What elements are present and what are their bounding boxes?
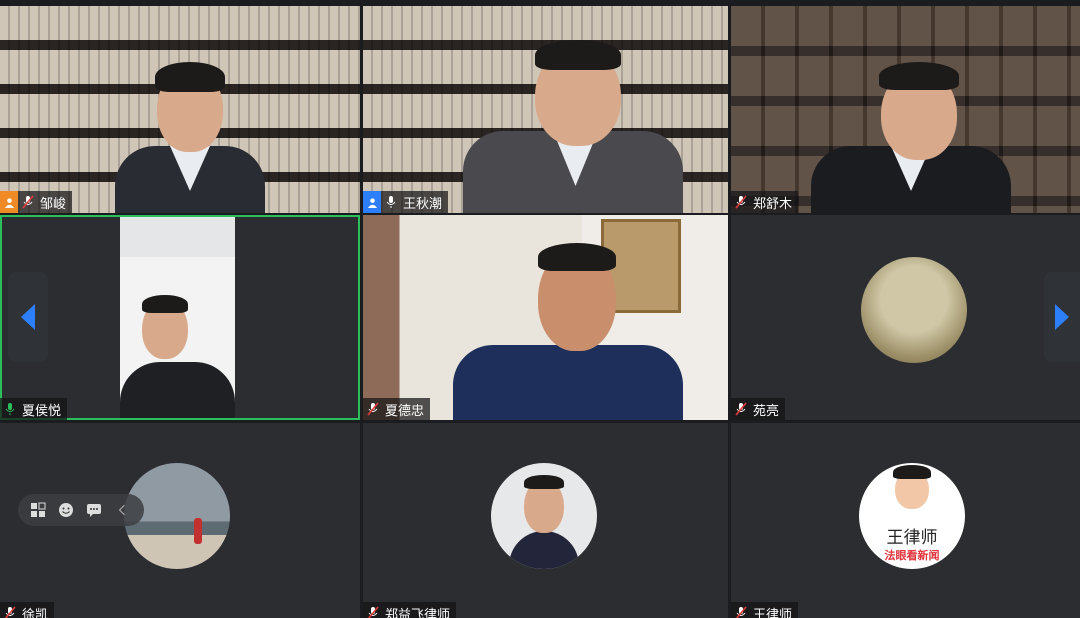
name-label: 夏德忠 <box>363 398 431 420</box>
host-icon <box>0 191 18 213</box>
mic-muted-icon <box>18 191 38 213</box>
video-grid: 邹峻 王秋潮 郑舒木 夏侯悦 夏德忠 苑亮 徐凯 郑益飞律师 王律师 法眼看新闻… <box>0 0 1080 618</box>
avatar-title: 王律师 <box>886 528 938 548</box>
mic-muted-icon <box>363 398 383 420</box>
mic-muted-icon <box>731 602 751 618</box>
avatar <box>861 257 967 363</box>
avatar <box>491 463 597 569</box>
name-label: 郑舒木 <box>731 191 799 213</box>
host-icon <box>363 191 381 213</box>
name-label: 郑益飞律师 <box>363 602 457 618</box>
mic-muted-icon <box>731 191 751 213</box>
participant-tile-1[interactable]: 邹峻 <box>0 6 360 213</box>
mic-muted-icon <box>363 602 383 618</box>
participant-name: 夏德忠 <box>385 403 425 419</box>
grid-view-icon[interactable] <box>28 500 48 520</box>
mic-icon <box>381 191 401 213</box>
chevron-left-icon[interactable] <box>112 500 132 520</box>
participant-tile-6[interactable]: 苑亮 <box>731 215 1080 420</box>
name-label: 王秋潮 <box>363 191 449 213</box>
name-label: 苑亮 <box>731 398 786 420</box>
next-page-button[interactable] <box>1044 272 1080 362</box>
chat-icon[interactable] <box>84 500 104 520</box>
floating-toolbar <box>18 494 144 526</box>
participant-tile-9[interactable]: 王律师 法眼看新闻 王律师 <box>731 423 1080 618</box>
participant-tile-5[interactable]: 夏德忠 <box>363 215 728 420</box>
phone-video-feed <box>120 217 235 418</box>
chevron-left-icon <box>21 304 35 330</box>
avatar: 王律师 法眼看新闻 <box>859 463 965 569</box>
participant-tile-2[interactable]: 王秋潮 <box>363 6 728 213</box>
participant-name: 郑舒木 <box>753 196 793 212</box>
participant-name: 苑亮 <box>753 403 780 419</box>
participant-name: 邹峻 <box>40 196 67 212</box>
participant-tile-3[interactable]: 郑舒木 <box>731 6 1080 213</box>
name-label: 徐凯 <box>0 602 55 618</box>
name-label: 邹峻 <box>0 191 73 213</box>
participant-tile-8[interactable]: 郑益飞律师 <box>363 423 728 618</box>
participant-name: 王秋潮 <box>403 196 443 212</box>
avatar-subtitle: 法眼看新闻 <box>884 549 940 562</box>
chevron-right-icon <box>1055 304 1069 330</box>
mic-muted-icon <box>0 602 20 618</box>
participant-tile-4[interactable]: 夏侯悦 <box>0 215 360 420</box>
participant-name: 郑益飞律师 <box>385 607 451 618</box>
emoji-icon[interactable] <box>56 500 76 520</box>
mic-muted-icon <box>731 398 751 420</box>
mic-icon <box>0 398 20 420</box>
participant-name: 王律师 <box>753 607 793 618</box>
name-label: 王律师 <box>731 602 799 618</box>
participant-name: 徐凯 <box>22 607 49 618</box>
name-label: 夏侯悦 <box>0 398 68 420</box>
previous-page-button[interactable] <box>8 272 48 362</box>
participant-name: 夏侯悦 <box>22 403 62 419</box>
